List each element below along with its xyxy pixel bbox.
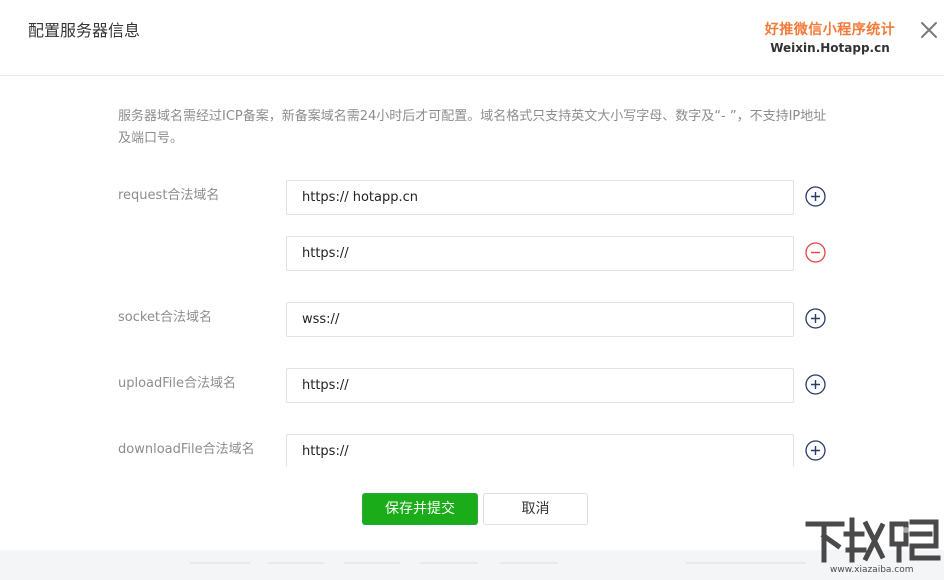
close-icon[interactable] (918, 19, 940, 41)
plus-circle-icon[interactable] (805, 440, 826, 461)
upload-domain-input[interactable] (286, 368, 794, 403)
svg-text:www.xiazaiba.com: www.xiazaiba.com (830, 565, 914, 575)
xiazaiba-watermark-logo: www.xiazaiba.com (802, 510, 944, 576)
request-domain-label: request合法域名 (118, 188, 220, 203)
footer-divider (500, 562, 558, 564)
domain-description: 服务器域名需经过ICP备案，新备案域名需24小时后才可配置。域名格式只支持英文大… (118, 109, 827, 146)
dialog-title: 配置服务器信息 (28, 21, 141, 40)
brand-name-cn: 好推微信小程序统计 (764, 22, 896, 38)
request-domain-input-2[interactable] (286, 236, 794, 271)
save-submit-button[interactable]: 保存并提交 (362, 493, 478, 525)
footer-divider (344, 562, 400, 564)
brand-logo: 好推微信小程序统计 Weixin.Hotapp.cn (762, 20, 898, 56)
download-domain-label: downloadFile合法域名 (118, 442, 255, 457)
cancel-button[interactable]: 取消 (483, 493, 588, 525)
plus-circle-icon[interactable] (805, 308, 826, 329)
footer-divider (420, 562, 478, 564)
dialog-header: 配置服务器信息 好推微信小程序统计 Weixin.Hotapp.cn (0, 0, 944, 76)
config-server-dialog: 配置服务器信息 好推微信小程序统计 Weixin.Hotapp.cn 服务器域名… (0, 0, 944, 550)
socket-domain-label: socket合法域名 (118, 310, 213, 325)
footer-divider (268, 562, 324, 564)
download-domain-input[interactable] (286, 434, 794, 469)
request-domain-input-1[interactable] (286, 180, 794, 215)
minus-circle-icon[interactable] (805, 242, 826, 263)
plus-circle-icon[interactable] (805, 186, 826, 207)
upload-domain-label: uploadFile合法域名 (118, 376, 237, 391)
footer-divider (190, 562, 250, 564)
footer-divider (686, 562, 806, 564)
socket-domain-input[interactable] (286, 302, 794, 337)
plus-circle-icon[interactable] (805, 374, 826, 395)
scroll-fade-mask (0, 466, 944, 480)
brand-name-en: Weixin.Hotapp.cn (770, 41, 890, 55)
